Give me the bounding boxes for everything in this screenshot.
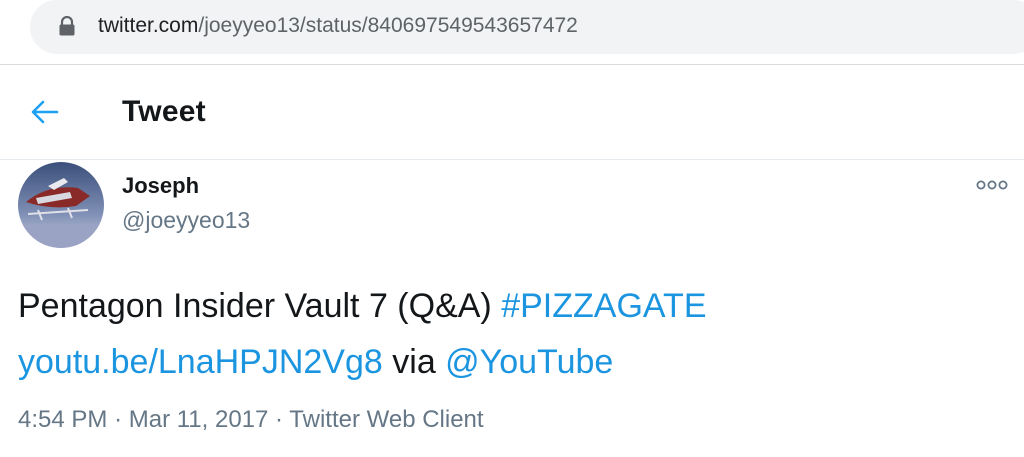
- author-name[interactable]: Joseph: [122, 173, 199, 199]
- tweet-text: Pentagon Insider Vault 7 (Q&A) #PIZZAGAT…: [18, 278, 1008, 390]
- author-handle[interactable]: @joeyyeo13: [122, 207, 250, 234]
- tweet-client[interactable]: Twitter Web Client: [289, 406, 483, 433]
- youtube-link[interactable]: youtu.be/LnaHPJN2Vg8: [18, 343, 383, 381]
- more-options-icon[interactable]: [976, 178, 1008, 192]
- tweet-date[interactable]: Mar 11, 2017: [129, 406, 269, 433]
- avatar[interactable]: [18, 162, 104, 248]
- tweet-text-via: via: [382, 343, 446, 381]
- tweet-time[interactable]: 4:54 PM: [18, 406, 107, 433]
- url-text[interactable]: twitter.com/joeyyeo13/status/84069754954…: [98, 13, 578, 39]
- url-domain: twitter.com: [98, 14, 199, 37]
- tweet-text-body: Pentagon Insider Vault 7 (Q&A): [18, 287, 502, 325]
- mention-link[interactable]: @YouTube: [445, 343, 613, 381]
- hashtag-link[interactable]: #PIZZAGATE: [501, 287, 706, 325]
- back-arrow-icon[interactable]: [28, 95, 62, 129]
- browser-toolbar: twitter.com/joeyyeo13/status/84069754954…: [0, 0, 1024, 65]
- tweet-page-header: Tweet: [0, 65, 1024, 160]
- meta-separator: ·: [275, 406, 284, 433]
- page-title: Tweet: [122, 95, 206, 128]
- url-path: /joeyyeo13/status/840697549543657472: [198, 14, 578, 37]
- tweet-metadata: 4:54 PM · Mar 11, 2017 · Twitter Web Cli…: [18, 406, 484, 434]
- meta-separator: ·: [114, 406, 123, 433]
- lock-icon[interactable]: [58, 15, 76, 36]
